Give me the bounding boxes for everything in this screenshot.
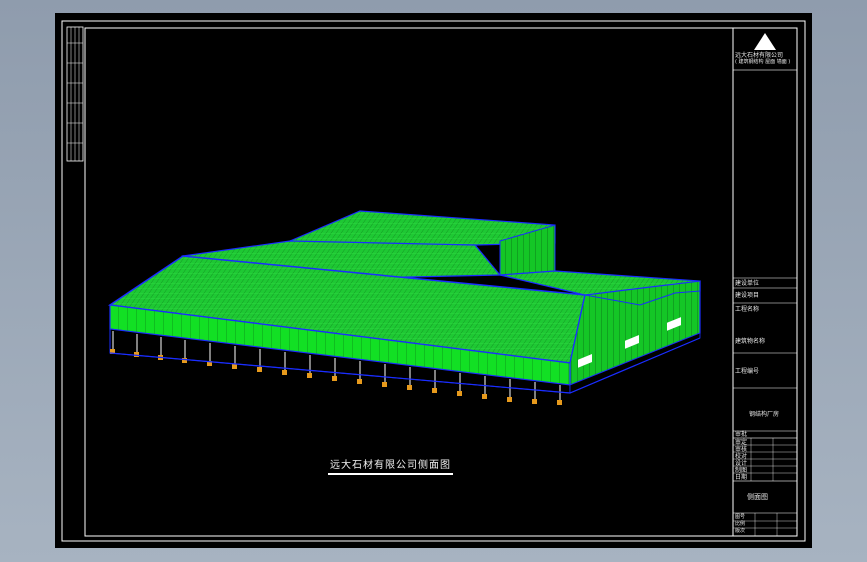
approval-label: 审批 <box>735 431 748 438</box>
building-model <box>107 210 701 405</box>
bottom-row-3: 版次 <box>735 528 746 534</box>
company-name: 远大石材有限公司 <box>735 52 784 59</box>
bottom-row-1: 图号 <box>735 514 746 520</box>
sign-row-3: 校对 <box>735 453 748 460</box>
row-project-number: 工程编号 <box>735 368 760 375</box>
sign-row-4: 设计 <box>735 460 748 467</box>
view-name: 侧面图 <box>747 493 768 501</box>
project-note: 钢结构厂房 <box>749 411 780 418</box>
right-side-wall <box>569 280 701 386</box>
drawing-sheet: 远大石材有限公司 ( 建筑钢结构 屋面 墙面 ) 建设单位 建设项目 工程名称 … <box>55 13 812 548</box>
binding-strip <box>66 26 84 162</box>
drawing-title: 远大石材有限公司侧面图 <box>330 460 451 471</box>
row-project: 建设项目 <box>735 292 760 299</box>
sign-row-6: 日期 <box>735 474 748 481</box>
sign-row-5: 制图 <box>735 467 748 474</box>
cad-viewport: 远大石材有限公司 ( 建筑钢结构 屋面 墙面 ) 建设单位 建设项目 工程名称 … <box>0 0 867 562</box>
bottom-row-2: 比例 <box>735 521 746 527</box>
company-logo-triangle-icon <box>754 33 776 50</box>
row-work-name: 工程名称 <box>735 306 760 313</box>
sign-row-1: 审定 <box>735 439 748 446</box>
sign-row-2: 审核 <box>735 446 748 453</box>
row-building-name: 建筑物名称 <box>735 338 766 345</box>
company-subtitle: ( 建筑钢结构 屋面 墙面 ) <box>735 59 791 65</box>
row-construction-unit: 建设单位 <box>735 280 760 287</box>
